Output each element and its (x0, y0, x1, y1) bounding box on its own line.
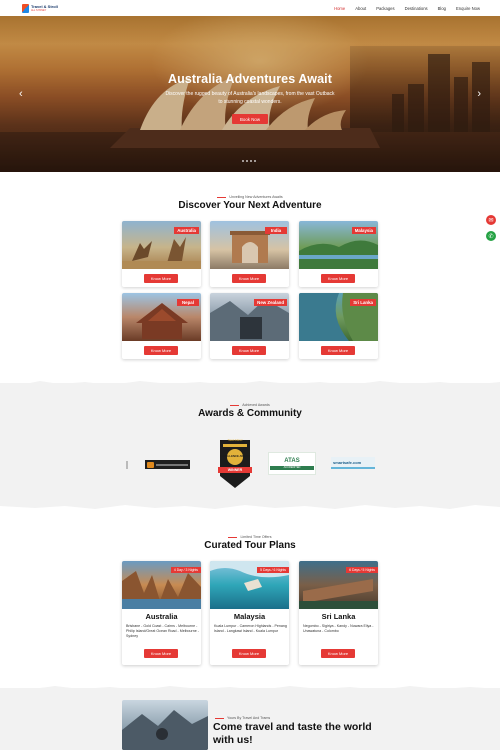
tour-card-malaysia[interactable]: 5 Days / 6 Nights Malaysia Kuala Lumpur … (210, 561, 289, 665)
know-more-button[interactable]: Know More (321, 346, 355, 355)
nav-about[interactable]: About (355, 6, 366, 11)
logo[interactable]: Travel & Stroll ALL SYDNEY (22, 3, 58, 13)
torn-edge-divider (0, 503, 500, 509)
tour-name: Sri Lanka (321, 612, 356, 621)
slider-dot[interactable] (250, 160, 252, 162)
destinations-eyebrow: Unveiling New Adventures Awaits (0, 195, 500, 199)
mail-icon[interactable]: ✉ (486, 215, 496, 225)
excellence-award-badge: Travel Advisor EXCELLENCE AWARD WINNER (218, 439, 252, 488)
destination-label: Sri Lanka (350, 299, 376, 306)
tour-card-sri-lanka[interactable]: 6 Days / 5 Nights Sri Lanka Negombo - Si… (299, 561, 378, 665)
destination-label: New Zealand (254, 299, 287, 306)
destinations-title: Discover Your Next Adventure (178, 200, 322, 211)
slider-dot[interactable] (246, 160, 248, 162)
award-badge-main-text: EXCELLENCE AWARD (220, 454, 250, 458)
tour-name: Malaysia (233, 612, 266, 621)
chevron-left-icon[interactable]: ‹ (19, 89, 23, 100)
know-more-button[interactable]: Know More (321, 649, 355, 658)
page: Travel & Stroll ALL SYDNEY Home About Pa… (0, 0, 500, 750)
destination-label: Malaysia (351, 227, 376, 234)
torn-edge-divider (0, 686, 500, 692)
about-image (122, 700, 208, 750)
logo-subtext: ALL SYDNEY (31, 8, 47, 12)
know-more-button[interactable]: Know More (321, 274, 355, 283)
about-title: Come travel and taste the world with us! (213, 721, 372, 746)
about-eyebrow-text: Yours By Travel And Trams (227, 716, 271, 720)
nav-enquire-now[interactable]: Enquire Now (456, 6, 480, 11)
tour-duration-badge: 5 Days / 6 Nights (257, 567, 289, 573)
tours-title: Curated Tour Plans (204, 540, 296, 551)
know-more-button[interactable]: Know More (232, 346, 266, 355)
know-more-button[interactable]: Know More (144, 274, 178, 283)
carousel-edge (126, 461, 128, 469)
nav-destinations[interactable]: Destinations (405, 6, 428, 11)
top-nav: Travel & Stroll ALL SYDNEY Home About Pa… (0, 0, 500, 16)
whatsapp-icon[interactable]: ✆ (486, 231, 496, 241)
tour-route: Brisbane - Gold Coast - Cairns - Melbour… (126, 624, 199, 639)
main-menu: Home About Packages Destinations Blog En… (334, 6, 480, 11)
tour-route: Kuala Lumpur - Cameron Highlands - Penan… (214, 624, 287, 634)
logo-text: Travel & Stroll (31, 3, 58, 9)
slider-dot[interactable] (254, 160, 256, 162)
hero-subtitle: Discover the rugged beauty of Australia'… (165, 91, 335, 105)
destination-card-nepal[interactable]: Nepal Know More (122, 293, 201, 359)
tour-duration-badge: 6 Days / 5 Nights (346, 567, 378, 573)
atas-accredited-logo: ATAS ACCREDITED (268, 452, 316, 475)
hero-title: Australia Adventures Await (168, 72, 332, 86)
destination-card-malaysia[interactable]: Malaysia Know More (299, 221, 378, 287)
atas-sub-text: ACCREDITED (270, 465, 314, 470)
know-more-button[interactable]: Know More (144, 649, 178, 658)
destination-label: Australia (174, 227, 199, 234)
know-more-button[interactable]: Know More (232, 274, 266, 283)
know-more-button[interactable]: Know More (144, 346, 178, 355)
hero-banner: ‹ › Australia Adventures Await Discover … (0, 16, 500, 172)
slider-dot[interactable] (242, 160, 244, 162)
award-logo-1 (145, 460, 190, 469)
smartsafe-logo: smartsafe.com (331, 457, 375, 469)
destination-card-india[interactable]: India Know More (210, 221, 289, 287)
torn-edge-divider (0, 381, 500, 387)
nav-packages[interactable]: Packages (376, 6, 394, 11)
know-more-button[interactable]: Know More (232, 649, 266, 658)
award-badge-winner-text: WINNER (227, 468, 243, 472)
destination-card-sri-lanka[interactable]: Sri Lanka Know More (299, 293, 378, 359)
book-now-button[interactable]: Book Now (232, 114, 268, 124)
about-eyebrow: Yours By Travel And Trams (215, 716, 270, 720)
nav-blog[interactable]: Blog (438, 6, 446, 11)
destination-card-australia[interactable]: Australia Know More (122, 221, 201, 287)
tour-card-australia[interactable]: 4 Day / 3 Nights Australia Brisbane - Go… (122, 561, 201, 665)
awards-eyebrow: Achieved Awards (0, 403, 500, 407)
slider-dots (242, 160, 256, 162)
tour-duration-badge: 4 Day / 3 Nights (170, 567, 201, 573)
destination-label: Nepal (177, 299, 199, 306)
tour-route: Negombo - Sigiriya - Kandy - Nuwara Eliy… (303, 624, 374, 634)
tours-eyebrow: Limited Time Offers (0, 535, 500, 539)
logo-mark (22, 3, 29, 13)
destination-card-new-zealand[interactable]: New Zealand Know More (210, 293, 289, 359)
awards-title: Awards & Community (198, 408, 302, 419)
award-badge-top-text: Travel Advisor (227, 439, 243, 442)
atas-text: ATAS (284, 457, 300, 464)
tour-name: Australia (145, 612, 178, 621)
nav-home[interactable]: Home (334, 6, 345, 11)
destination-label: India (265, 227, 287, 234)
chevron-right-icon[interactable]: › (477, 89, 481, 100)
